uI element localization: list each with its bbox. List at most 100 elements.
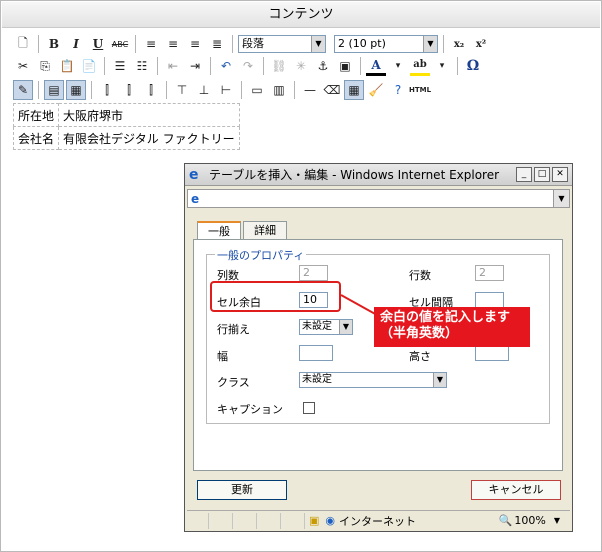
width-input[interactable] xyxy=(299,345,333,361)
chevron-down-icon[interactable]: ▼ xyxy=(553,190,569,207)
numbered-list-icon[interactable]: ☷ xyxy=(132,56,152,76)
highlight-icon[interactable]: ab xyxy=(410,56,430,76)
table-cell[interactable]: 有限会社デジタル ファクトリー xyxy=(58,126,240,150)
toolbar-row-1: 🗋 B I U ABC ≡ ≡ ≡ ≣ 段落 ▼ 2 (10 pt) ▼ x₂ … xyxy=(13,33,491,55)
bold-icon[interactable]: B xyxy=(44,34,64,54)
address-bar[interactable]: e ▼ xyxy=(187,189,570,208)
cellspacing-input[interactable] xyxy=(475,292,504,308)
content-table[interactable]: 所在地 大阪府堺市 会社名 有限会社デジタル ファクトリー xyxy=(12,103,240,150)
align-center-icon[interactable]: ≡ xyxy=(163,34,183,54)
tab-panel: 一般のプロパティ 列数 2 行数 2 セル余白 10 セル間隔 行揃え 未設定 … xyxy=(193,239,563,471)
close-icon[interactable]: ✕ xyxy=(552,167,568,182)
lock-icon: ▣ xyxy=(309,514,320,527)
table-visual-aid-icon[interactable]: ▤ xyxy=(44,80,64,100)
table-icon[interactable]: ▦ xyxy=(344,80,364,100)
delete-col-icon[interactable]: ⫿ xyxy=(141,80,161,100)
cleanup-icon[interactable]: 🧹 xyxy=(366,80,386,100)
format-select-value: 段落 xyxy=(242,37,264,50)
anchor-icon[interactable]: ⚓ xyxy=(313,56,333,76)
chevron-down-icon: ▼ xyxy=(339,320,352,334)
chevron-down-icon: ▼ xyxy=(311,36,325,52)
font-color-icon[interactable]: A xyxy=(366,56,386,76)
special-char-icon[interactable]: Ω xyxy=(463,56,483,76)
align-right-icon[interactable]: ≡ xyxy=(185,34,205,54)
table-row: 会社名 有限会社デジタル ファクトリー xyxy=(12,126,240,150)
size-select-value: 2 (10 pt) xyxy=(338,37,386,50)
align-select[interactable]: 未設定 ▼ xyxy=(299,319,353,335)
indent-icon[interactable]: ⇥ xyxy=(185,56,205,76)
insert-col-before-icon[interactable]: ⫿ xyxy=(97,80,117,100)
class-select-value: 未設定 xyxy=(302,374,332,385)
bullet-list-icon[interactable]: ☰ xyxy=(110,56,130,76)
edit-css-icon[interactable]: ✎ xyxy=(13,80,33,100)
group-label: 一般のプロパティ xyxy=(215,247,307,263)
dialog-tabs: 一般 詳細 xyxy=(197,221,289,240)
class-select[interactable]: 未設定 ▼ xyxy=(299,372,447,388)
height-input[interactable] xyxy=(475,345,509,361)
update-button[interactable]: 更新 xyxy=(197,480,287,500)
format-select[interactable]: 段落 ▼ xyxy=(238,35,326,53)
class-label: クラス xyxy=(217,376,250,389)
zoom-level[interactable]: 100% xyxy=(514,514,545,527)
strikethrough-icon[interactable]: ABC xyxy=(110,34,130,54)
cancel-button[interactable]: キャンセル xyxy=(471,480,561,500)
underline-icon[interactable]: U xyxy=(88,34,108,54)
image-icon[interactable]: ▣ xyxy=(335,56,355,76)
table-cell[interactable]: 大阪府堺市 xyxy=(58,103,240,127)
align-left-icon[interactable]: ≡ xyxy=(141,34,161,54)
chevron-down-icon: ▼ xyxy=(423,36,437,52)
minimize-icon[interactable]: _ xyxy=(516,167,532,182)
align-justify-icon[interactable]: ≣ xyxy=(207,34,227,54)
link-icon[interactable]: ⛓ xyxy=(269,56,289,76)
table-row: 所在地 大阪府堺市 xyxy=(12,103,240,127)
help-icon[interactable]: ? xyxy=(388,80,408,100)
toolbar-separator xyxy=(38,35,39,53)
table-props-icon[interactable]: ▦ xyxy=(66,80,86,100)
align-label: 行揃え xyxy=(217,323,250,336)
insert-row-after-icon[interactable]: ⊥ xyxy=(194,80,214,100)
insert-row-before-icon[interactable]: ⊤ xyxy=(172,80,192,100)
align-select-value: 未設定 xyxy=(302,321,332,332)
height-label: 高さ xyxy=(409,350,431,363)
delete-row-icon[interactable]: ⊢ xyxy=(216,80,236,100)
dialog-title: テーブルを挿入・編集 - Windows Internet Explorer xyxy=(209,168,500,182)
dialog-titlebar[interactable]: e テーブルを挿入・編集 - Windows Internet Explorer… xyxy=(185,164,572,186)
maximize-icon[interactable]: □ xyxy=(534,167,550,182)
rows-input[interactable]: 2 xyxy=(475,265,504,281)
cut-icon[interactable]: ✂ xyxy=(13,56,33,76)
caption-label: キャプション xyxy=(217,403,283,416)
superscript-icon[interactable]: x² xyxy=(471,34,491,54)
status-bar: ▣ ◉ インターネット 🔍 100% ▼ xyxy=(187,510,570,530)
horizontal-rule-icon[interactable]: — xyxy=(300,80,320,100)
table-cell[interactable]: 会社名 xyxy=(12,126,60,150)
merge-cells-icon[interactable]: ▭ xyxy=(247,80,267,100)
paste-icon[interactable]: 📋 xyxy=(57,56,77,76)
tab-advanced[interactable]: 詳細 xyxy=(243,221,287,239)
tab-general[interactable]: 一般 xyxy=(197,221,241,240)
copy-icon[interactable]: ⎘ xyxy=(35,56,55,76)
insert-col-after-icon[interactable]: ⫿ xyxy=(119,80,139,100)
outdent-icon[interactable]: ⇤ xyxy=(163,56,183,76)
instruction-callout: 余白の値を記入します （半角英数） xyxy=(374,307,530,347)
caption-checkbox[interactable] xyxy=(303,402,315,414)
chevron-down-icon[interactable]: ▾ xyxy=(388,56,408,76)
status-zone: インターネット xyxy=(339,514,417,528)
columns-input[interactable]: 2 xyxy=(299,265,328,281)
cellpadding-highlight xyxy=(210,281,341,312)
italic-icon[interactable]: I xyxy=(66,34,86,54)
subscript-icon[interactable]: x₂ xyxy=(449,34,469,54)
html-source-icon[interactable]: HTML xyxy=(409,80,431,100)
redo-icon[interactable]: ↷ xyxy=(238,56,258,76)
paste-word-icon[interactable]: 📄 xyxy=(79,56,99,76)
unlink-icon[interactable]: ✳ xyxy=(291,56,311,76)
chevron-down-icon[interactable]: ▼ xyxy=(554,516,560,525)
undo-icon[interactable]: ↶ xyxy=(216,56,236,76)
new-document-icon[interactable]: 🗋 xyxy=(13,34,33,54)
size-select[interactable]: 2 (10 pt) ▼ xyxy=(334,35,438,53)
editor-frame: コンテンツ 🗋 B I U ABC ≡ ≡ ≡ ≣ 段落 ▼ 2 (10 pt)… xyxy=(0,0,602,552)
split-cells-icon[interactable]: ▥ xyxy=(269,80,289,100)
toolbar-row-2: ✂ ⎘ 📋 📄 ☰ ☷ ⇤ ⇥ ↶ ↷ ⛓ ✳ ⚓ ▣ A ▾ ab ▾ Ω xyxy=(13,55,483,77)
eraser-icon[interactable]: ⌫ xyxy=(322,80,342,100)
chevron-down-icon[interactable]: ▾ xyxy=(432,56,452,76)
table-cell[interactable]: 所在地 xyxy=(12,103,60,127)
